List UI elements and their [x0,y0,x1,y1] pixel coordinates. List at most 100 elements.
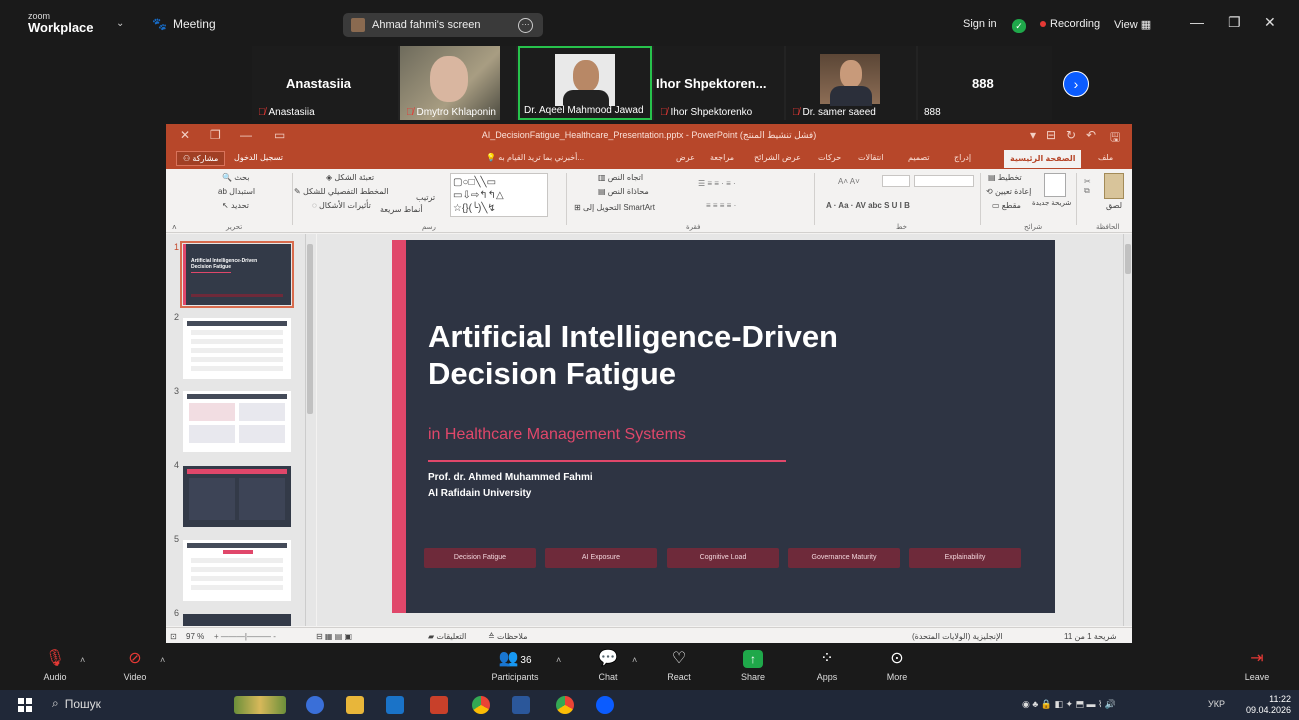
screen-share-pill[interactable]: Ahmad fahmi's screen ··· [343,13,543,37]
notes-button[interactable]: ≙ ملاحظات [488,632,527,641]
view-menu[interactable]: View ▦ [1114,18,1151,31]
powerpoint-taskbar-icon[interactable] [430,696,448,714]
meeting-menu[interactable]: 🐾 Meeting [152,17,216,31]
minimize-icon[interactable]: — [1190,14,1204,30]
sign-in-link[interactable]: Sign in [963,18,997,30]
font-grow-shrink[interactable]: A˄ A˅ [838,177,860,186]
chrome-icon[interactable] [472,696,490,714]
undo-icon[interactable]: ↶ [1086,128,1096,142]
select-button[interactable]: ↖ تحديد [222,201,249,210]
audio-button[interactable]: 🎙 Audio [22,649,88,682]
restore-icon[interactable]: ❐ [1228,14,1241,31]
redo-icon[interactable]: ↻ [1066,128,1076,142]
outlook-icon[interactable] [386,696,404,714]
participant-tile[interactable]: Ihor Shpektoren... 🎙̸ Ihor Shpektorenko [654,46,784,120]
apps-button[interactable]: ⁘ Apps [794,649,860,682]
cut-copy-icons[interactable]: ✂ ⧉ [1084,177,1091,196]
active-speaker-tile[interactable]: Dr. Aqeel Mahmood Jawad [518,46,652,120]
slide-author[interactable]: Prof. dr. Ahmed Muhammed Fahmi [428,472,593,483]
paste-icon[interactable] [1104,173,1124,199]
participant-tile[interactable]: Anastasiia 🎙̸ Anastasiia [252,46,398,120]
tab-slideshow[interactable]: عرض الشرائح [754,153,801,162]
recording-indicator[interactable]: Recording [1040,18,1100,30]
slide-tag[interactable]: Explainability [909,548,1021,568]
slide-thumbnail-2[interactable] [183,318,291,379]
copilot-icon[interactable] [306,696,324,714]
more-options-icon[interactable]: ··· [518,17,533,33]
chrome-profile-icon[interactable] [556,696,574,714]
section-button[interactable]: ▭ مقطع [992,201,1021,210]
qat-menu-icon[interactable]: ▾ [1030,128,1036,142]
slide-thumbnail-4[interactable] [183,466,291,527]
tab-design[interactable]: تصميم [908,153,930,162]
tab-file[interactable]: ملف [1098,153,1113,162]
chevron-up-icon[interactable]: ˄ [556,655,561,665]
thumbnails-scrollbar[interactable] [305,234,314,626]
input-language[interactable]: УКР [1208,699,1225,709]
share-button[interactable]: ⚇ مشاركة [176,151,226,166]
layout-button[interactable]: ▤ تخطيط [988,173,1022,182]
slide-tag[interactable]: Decision Fatigue [424,548,536,568]
tab-transitions[interactable]: انتقالات [858,153,883,162]
bullet-list-buttons[interactable]: ☰ ≡ ≡ · ≡ · [698,179,736,188]
chevron-up-icon[interactable]: ˄ [80,655,85,665]
shape-effects-button[interactable]: ◌ تأثيرات الأشكال [312,201,371,210]
paste-button[interactable]: لصق [1106,201,1122,210]
font-name-box[interactable] [914,175,974,187]
slide-tag[interactable]: Governance Maturity [788,548,900,568]
slide-tag[interactable]: Cognitive Load [667,548,779,568]
tab-insert[interactable]: إدراج [954,153,971,162]
more-button[interactable]: ⊙ More [864,649,930,682]
tab-home[interactable]: الصفحة الرئيسية [1004,150,1082,168]
taskbar-clock[interactable]: 11:22 09.04.2026 [1246,694,1291,716]
react-button[interactable]: ♡ React [646,649,712,682]
fit-slide-icon[interactable]: ⊡ [170,632,177,641]
slide-thumbnail-5[interactable] [183,540,291,601]
taskbar-widget[interactable] [234,696,286,714]
file-explorer-icon[interactable] [346,696,364,714]
taskbar-search[interactable]: ⌕ Пошук [52,696,101,711]
shapes-gallery[interactable]: ▢○□╲╲▭ ▭⇩⇨↰↰△ ☆{}(╰)╲↯ [450,173,548,217]
font-format-buttons[interactable]: A · Aa · AV abc S U I B [826,201,910,210]
participant-tile[interactable]: 🎙̸ Dmytro Khlaponin [400,46,516,120]
view-buttons[interactable]: ⊟ ▦ ▤ ▣ [316,632,352,641]
tab-animations[interactable]: حركات [818,153,841,162]
participant-tile[interactable]: 888 888 [918,46,1052,120]
collapse-ribbon-icon[interactable]: ˄ [172,223,177,232]
chevron-down-icon[interactable]: ⌄ [116,18,124,29]
tell-me-box[interactable]: 💡 أخبرني بما تريد القيام به... [486,153,584,162]
zoom-slider[interactable]: + ———|——— - [214,632,276,641]
security-shield-icon[interactable]: ✓ [1012,16,1026,34]
slide-thumbnail-3[interactable] [183,391,291,452]
chevron-up-icon[interactable]: ˄ [632,655,637,665]
align-text-button[interactable]: ▤ محاذاة النص [598,187,649,196]
alignment-buttons[interactable]: ≡ ≡ ≡ ≡ · [706,201,736,210]
slide-university[interactable]: Al Rafidain University [428,488,531,499]
comments-button[interactable]: ▰ التعليقات [428,632,466,641]
new-slide-icon[interactable] [1044,173,1066,197]
share-screen-button[interactable]: ↑ Share [720,649,786,682]
slide-subtitle[interactable]: in Healthcare Management Systems [428,426,686,444]
chat-button[interactable]: 💬 Chat [575,649,641,682]
scrollbar-thumb[interactable] [1125,244,1131,274]
slide-tag[interactable]: AI Exposure [545,548,657,568]
smartart-button[interactable]: ⊞ التحويل إلى SmartArt [574,203,655,212]
arrange-button[interactable]: ترتيب [416,193,435,202]
scrollbar-thumb[interactable] [307,244,313,414]
chevron-up-icon[interactable]: ˄ [160,655,165,665]
tab-view[interactable]: عرض [676,153,695,162]
system-tray-icons[interactable]: ◉ ♣ 🔒 ◧ ✦ ⬒ ▬ ⌇ 🔊 [1022,699,1116,710]
zoom-taskbar-icon[interactable] [596,696,614,714]
slide-thumbnail-6[interactable] [183,614,291,626]
zoom-level[interactable]: 97 % [186,632,204,641]
slide-title[interactable]: Artificial Intelligence-Driven Decision … [428,318,838,392]
editor-scrollbar[interactable] [1123,234,1132,626]
shape-outline-button[interactable]: ✎ المخطط التفصيلي للشكل [294,187,388,196]
slideshow-icon[interactable]: ⊟ [1046,128,1056,142]
leave-button[interactable]: ⇥ Leave [1224,649,1290,682]
participants-button[interactable]: 👥 36 Participants [482,649,548,682]
participant-tile[interactable]: 🎙̸ Dr. samer saeed [786,46,916,120]
shape-fill-button[interactable]: ◈ تعبئة الشكل [326,173,374,182]
close-icon[interactable]: ✕ [1264,14,1276,31]
tab-review[interactable]: مراجعة [710,153,734,162]
